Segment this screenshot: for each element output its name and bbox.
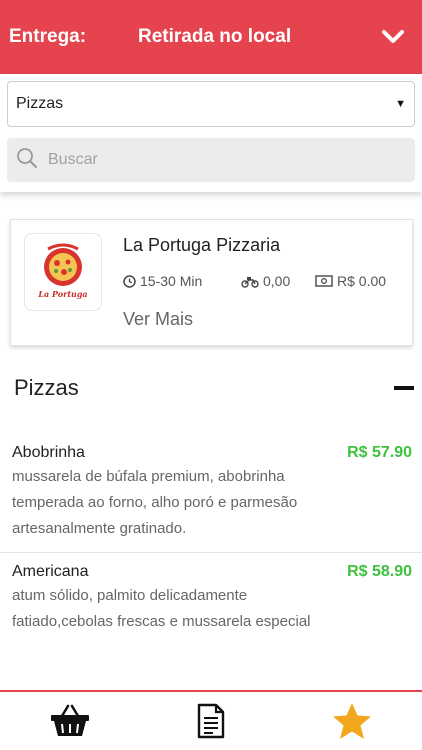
product-description: atum sólido, palmito delicadamente fatia… — [12, 587, 311, 630]
clock-icon — [123, 274, 136, 288]
delivery-time: 15-30 Min — [123, 273, 241, 289]
product-item[interactable]: Abobrinha R$ 57.90 mussarela de búfala p… — [0, 440, 422, 553]
min-order: R$ 0.00 — [315, 273, 386, 289]
filter-panel: Pizzas ▼ — [0, 74, 422, 192]
product-list: Abobrinha R$ 57.90 mussarela de búfala p… — [0, 440, 422, 657]
delivery-bar[interactable]: Entrega: Retirada no local — [0, 0, 422, 74]
basket-icon[interactable] — [40, 693, 100, 749]
minus-icon[interactable] — [394, 386, 414, 390]
motorcycle-icon — [241, 276, 259, 288]
product-description: mussarela de búfala premium, abobrinha t… — [12, 468, 298, 537]
caret-down-icon: ▼ — [395, 98, 406, 110]
chevron-down-icon[interactable] — [378, 22, 408, 52]
product-price: R$ 58.90 — [347, 563, 412, 580]
store-card[interactable]: La Portuga La Portuga Pizzaria 15-30 Min… — [10, 219, 413, 346]
star-icon[interactable] — [322, 693, 382, 749]
store-logo: La Portuga — [24, 233, 102, 311]
money-icon — [315, 275, 333, 287]
category-select-value: Pizzas — [16, 95, 64, 112]
store-name: La Portuga Pizzaria — [123, 235, 281, 255]
document-icon[interactable] — [181, 693, 241, 749]
category-select[interactable]: Pizzas ▼ — [7, 81, 415, 127]
product-item[interactable]: Americana R$ 58.90 atum sólido, palmito … — [0, 553, 422, 657]
section-title: Pizzas — [14, 375, 79, 400]
product-price: R$ 57.90 — [347, 444, 412, 461]
search-input[interactable] — [48, 151, 388, 169]
search-box[interactable] — [7, 138, 415, 182]
delivery-label: Entrega: — [9, 26, 87, 47]
delivery-mode[interactable]: Retirada no local — [138, 26, 378, 48]
ver-mais-link[interactable]: Ver Mais — [123, 309, 193, 330]
store-meta: 15-30 Min 0,00 R$ 0.00 — [123, 273, 386, 289]
bottom-nav — [0, 690, 422, 750]
delivery-fee: 0,00 — [241, 273, 315, 289]
category-section-header[interactable]: Pizzas — [14, 372, 414, 404]
svg-text:La Portuga: La Portuga — [37, 289, 87, 299]
search-icon — [16, 147, 38, 174]
